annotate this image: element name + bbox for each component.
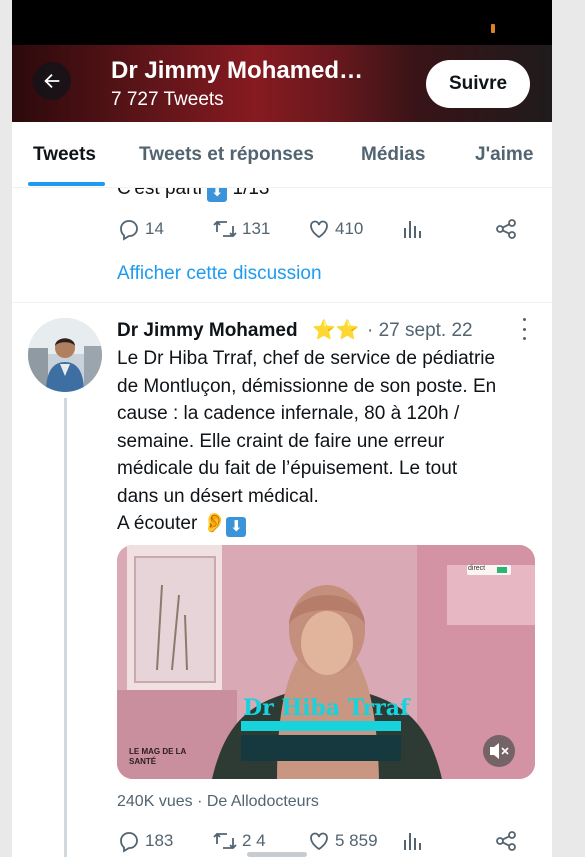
video-thumbnail [117,545,535,779]
arrow-left-icon [44,73,60,89]
arrow-down-emoji: ⬇ [207,188,228,202]
arrow-down-emoji: ⬇ [226,517,247,537]
like-icon [310,832,328,851]
guest-name-caption: Dr Hiba Trraf [243,695,410,721]
tweet-line: dans un désert médical. [117,485,319,507]
retweet-count: 131 [242,219,271,238]
show-logo: LE MAG DE LA SANTÉ [129,747,187,766]
star-badges: ⭐⭐ [312,320,360,341]
retweet-icon [213,220,237,238]
more-icon-dot [522,318,526,321]
stats-button[interactable] [402,829,428,853]
reply-button[interactable]: 183 [117,829,173,853]
tweet-divider [12,302,552,303]
retweet-icon [213,832,237,850]
previous-tweet-text: C'est parti ⬇ 1/13 [117,188,269,202]
tweet-count: 7 727 Tweets [111,89,224,110]
thread-line [64,398,67,857]
ear-emoji: 👂 [202,513,227,534]
previous-tweet-text-clip: C'est parti ⬇ 1/13 [12,188,552,202]
stats-icon [404,833,421,850]
active-tab-indicator [28,182,105,186]
previous-tweet-partial: C'est parti [117,188,202,199]
tweet-line-listen: A écouter 👂 ⬇ [117,510,537,538]
share-button[interactable] [494,217,522,241]
media-meta: 240K vues · De Allodocteurs [117,793,319,811]
stats-button[interactable] [402,217,428,241]
profile-name: Dr Jimmy Mohamed… [111,57,364,84]
back-button[interactable] [33,62,71,100]
like-count: 5 859 [335,831,378,850]
avatar-photo [28,318,102,392]
retweet-button[interactable]: 2 4 [212,829,266,853]
more-options-button[interactable] [516,318,532,340]
media-source[interactable]: De Allodocteurs [207,793,319,810]
live-tag: direct [468,565,486,572]
avatar[interactable] [28,318,102,392]
stats-icon [404,221,421,238]
tab-media[interactable]: Médias [361,144,425,166]
tweet-text: Le Dr Hiba Trraf, chef de service de péd… [117,345,537,538]
share-icon [496,219,516,239]
previous-tweet-counter: 1/13 [232,188,270,199]
tweet-line: Le Dr Hiba Trraf, chef de service de péd… [117,348,496,369]
more-icon-dot [522,337,526,340]
meta-separator: · [197,793,207,810]
tweet-line: cause : la cadence infernale, 80 à 120h … [117,403,460,424]
retweet-button[interactable]: 131 [212,217,270,241]
like-button[interactable]: 5 859 [307,829,378,853]
more-icon-dot [522,327,526,331]
reply-count: 14 [145,219,164,238]
show-thread-link[interactable]: Afficher cette discussion [117,263,322,285]
listen-text: A écouter [117,513,198,534]
reply-icon [120,220,138,241]
tweet-line: médicale du fait de l’épuisement. Le tou… [117,458,458,479]
like-icon [310,220,328,239]
tab-tweets-and-replies[interactable]: Tweets et réponses [139,144,314,166]
home-indicator [247,852,307,857]
profile-tabs: Tweets Tweets et réponses Médias J'aime [12,122,552,188]
like-count: 410 [335,219,364,238]
tweet-line: de Montluçon, démissionne de son poste. … [117,375,497,397]
tab-likes[interactable]: J'aime [475,144,533,166]
share-button[interactable] [494,829,522,853]
mute-icon[interactable] [483,735,515,767]
follow-button[interactable]: Suivre [426,60,530,108]
tab-tweets[interactable]: Tweets [33,144,96,166]
status-bar [12,0,552,45]
tweet-author-name[interactable]: Dr Jimmy Mohamed [117,320,298,342]
like-button[interactable]: 410 [307,217,363,241]
tweet-date[interactable]: · 27 sept. 22 [367,320,473,342]
view-count: 240K vues [117,793,193,810]
share-icon [496,831,516,851]
status-indicator [491,24,495,33]
reply-button[interactable]: 14 [117,217,164,241]
video-player[interactable]: Dr Hiba Trraf LE MAG DE LA SANTÉ direct [117,545,535,779]
reply-count: 183 [145,831,174,850]
tweet-line: semaine. Elle craint de faire une erreur [117,430,445,452]
app-screen: Dr Jimmy Mohamed… 7 727 Tweets Suivre Tw… [12,0,552,857]
retweet-count: 2 4 [242,831,266,850]
reply-icon [120,832,138,853]
